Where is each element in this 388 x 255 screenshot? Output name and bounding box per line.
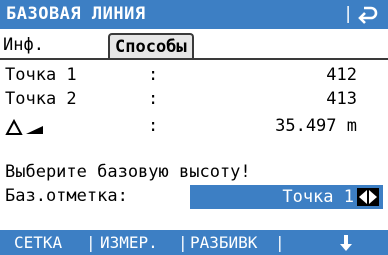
tab-info[interactable]: Инф. [3, 35, 44, 55]
tab-underline [0, 58, 388, 60]
base-height-selector[interactable]: Точка 1 [190, 185, 383, 209]
softkey-separator: | [178, 233, 188, 252]
row-point-1: Точка 1 : 412 [5, 62, 385, 88]
softkey-grid[interactable]: СЕТКА [14, 230, 62, 255]
softkey-measure[interactable]: ИЗМЕР. [100, 230, 158, 255]
tab-methods[interactable]: Способы [108, 33, 194, 59]
row-colon: : [148, 116, 159, 136]
softkey-separator: | [275, 233, 285, 252]
row-value: 35.497 m [275, 116, 357, 136]
row-value: 413 [326, 89, 357, 109]
tab-methods-label: Способы [115, 37, 187, 57]
down-arrow-icon[interactable] [338, 234, 354, 252]
softkey-stakeout[interactable]: РАЗБИВК [190, 230, 257, 255]
base-height-value: Точка 1 [282, 187, 354, 207]
delta-slope-icon [5, 118, 43, 135]
row-value: 412 [326, 65, 357, 85]
row-colon: : [148, 65, 159, 85]
row-label: Точка 1 [5, 65, 77, 85]
row-height-difference: : 35.497 m [5, 113, 385, 139]
row-colon: : [148, 89, 159, 109]
base-height-label: Баз.отметка: [5, 186, 128, 206]
instruction-message: Выберите базовую высоту! [5, 162, 251, 182]
title-bar: БАЗОВАЯ ЛИНИЯ | [0, 0, 388, 29]
title-separator: | [343, 4, 354, 24]
back-arrow-icon[interactable] [356, 3, 380, 25]
screen-title: БАЗОВАЯ ЛИНИЯ [6, 4, 146, 24]
row-point-2: Точка 2 : 413 [5, 86, 385, 112]
softkey-bar: СЕТКА | ИЗМЕР. | РАЗБИВК | [0, 230, 388, 255]
left-right-arrows-icon[interactable] [357, 188, 379, 206]
tab-strip [0, 31, 388, 58]
row-label: Точка 2 [5, 89, 77, 109]
softkey-separator: | [86, 233, 96, 252]
